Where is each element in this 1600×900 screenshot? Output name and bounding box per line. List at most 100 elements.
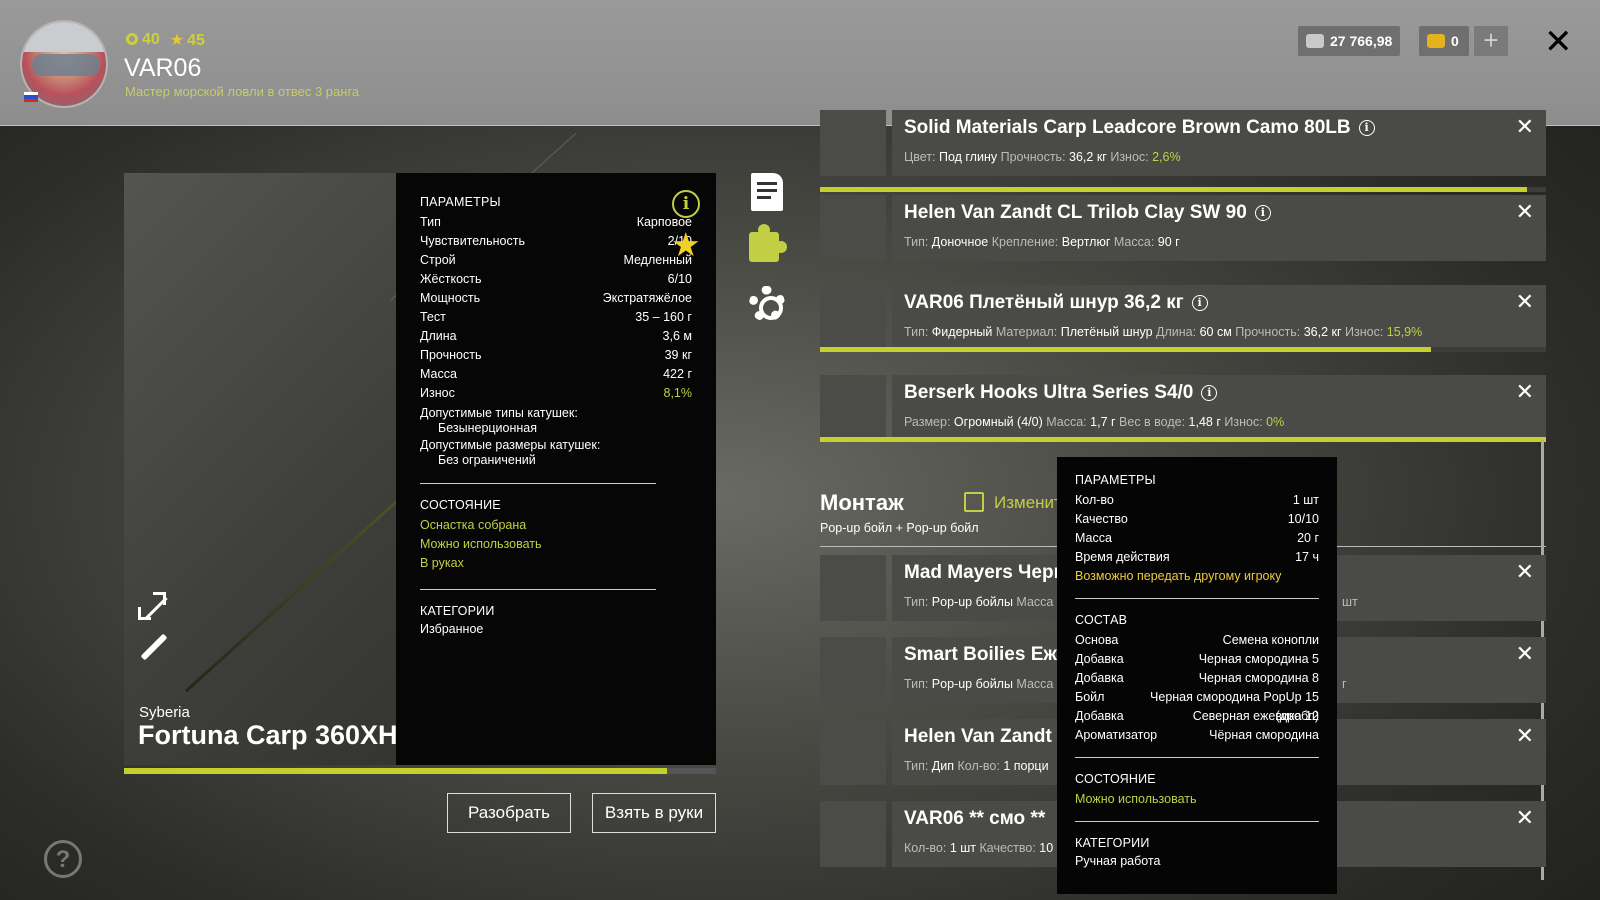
- remove-bait-button[interactable]: ✕: [1516, 559, 1534, 585]
- wear-value: 2,6%: [1152, 150, 1181, 164]
- rod-brand: Syberia: [139, 704, 190, 721]
- document-icon[interactable]: [751, 173, 783, 211]
- meta-label: Материал:: [992, 325, 1061, 339]
- disassemble-button[interactable]: Разобрать: [447, 793, 571, 833]
- param-label: Жёсткость: [420, 272, 482, 286]
- param-label: Масса: [420, 367, 457, 381]
- param-label: Длина: [420, 329, 457, 343]
- wear-bar: [820, 347, 1431, 352]
- tackle-item[interactable]: Solid Materials Carp Leadcore Brown Camo…: [820, 110, 1546, 176]
- meta-label: Крепление:: [988, 235, 1062, 249]
- remove-item-button[interactable]: ✕: [1516, 379, 1534, 405]
- param-row: Прочность 39 кг: [420, 346, 692, 365]
- montage-title: Монтаж: [820, 490, 904, 515]
- param-label: Износ: [420, 386, 455, 400]
- param-label: Масса: [1075, 531, 1112, 545]
- gold-balance: 0: [1419, 26, 1469, 56]
- player-nickname: VAR06: [124, 54, 202, 82]
- take-in-hands-button[interactable]: Взять в руки: [592, 793, 716, 833]
- params-list: Тип Карповое Чувствительность 2/10 Строй Медл…: [420, 213, 692, 403]
- info-icon[interactable]: i: [1191, 295, 1208, 311]
- rod-preview[interactable]: [124, 173, 404, 765]
- edit-montage-link[interactable]: Изменит: [994, 493, 1062, 513]
- remove-bait-button[interactable]: ✕: [1516, 641, 1534, 667]
- close-button[interactable]: ✕: [1544, 22, 1573, 62]
- remove-item-button[interactable]: ✕: [1516, 114, 1534, 140]
- meta-label: Износ:: [1341, 325, 1387, 339]
- tackle-item[interactable]: Berserk Hooks Ultra Series S4/0 i Размер: …: [820, 375, 1546, 441]
- composition-row: Добавка Черная смородина 8: [1075, 669, 1319, 688]
- divider: [1075, 598, 1319, 599]
- meta-value: Под глину: [938, 150, 998, 164]
- edit-icon[interactable]: [964, 492, 984, 512]
- info-icon[interactable]: i: [1254, 205, 1271, 221]
- meta-label: Прочность:: [997, 150, 1070, 164]
- param-label: Мощность: [420, 291, 481, 305]
- tooltip-param-row: Качество 10/10: [1075, 510, 1319, 529]
- remove-bait-button[interactable]: ✕: [1516, 805, 1534, 831]
- param-row: Тест 35 – 160 г: [420, 308, 692, 327]
- puzzle-icon[interactable]: [749, 224, 787, 262]
- item-meta: Тип: Фидерный Материал: Плетёный шнур Дл…: [904, 325, 1422, 339]
- meta-tail: г: [1342, 677, 1347, 691]
- add-gold-button[interactable]: +: [1474, 26, 1508, 56]
- reel-types-value: Безынерционная: [438, 421, 538, 435]
- meta-label: Масса: [1012, 595, 1054, 609]
- bait-thumbnail: [820, 801, 886, 867]
- param-row: Строй Медленный: [420, 251, 692, 270]
- state-in-hands: В руках: [420, 556, 464, 570]
- info-icon[interactable]: i: [1201, 385, 1218, 401]
- remove-item-button[interactable]: ✕: [1516, 199, 1534, 225]
- tackle-item[interactable]: Helen Van Zandt CL Trilob Clay SW 90 i Тип…: [820, 195, 1546, 261]
- bait-title: Helen Van Zandt Ч: [904, 726, 1071, 747]
- meta-value: Pop-up бойлы: [931, 677, 1013, 691]
- tooltip-categories-title: КАТЕГОРИИ: [1075, 836, 1150, 850]
- meta-label: Масса:: [1110, 235, 1158, 249]
- tooltip-params-title: ПАРАМЕТРЫ: [1075, 473, 1156, 487]
- player-header: 40 ★ 45 VAR06 Мастер морской ловли в отве…: [0, 0, 1600, 126]
- item-title: VAR06 Плетёный шнур 36,2 кг i: [904, 292, 1208, 314]
- avatar-hat: [22, 22, 106, 52]
- item-title-text: VAR06 Плетёный шнур 36,2 кг: [904, 292, 1184, 313]
- item-thumbnail: [820, 195, 886, 261]
- divider: [420, 589, 656, 590]
- info-icon[interactable]: i: [672, 190, 700, 218]
- expand-icon[interactable]: [138, 592, 168, 621]
- meta-value: Фидерный: [931, 325, 993, 339]
- remove-item-button[interactable]: ✕: [1516, 289, 1534, 315]
- composition-label: Добавка: [1075, 652, 1124, 666]
- help-icon[interactable]: ?: [44, 840, 82, 878]
- item-thumbnail: [820, 285, 886, 351]
- item-thumbnail: [820, 110, 886, 176]
- level-ring-icon: [126, 33, 138, 45]
- bait-thumbnail: [820, 637, 886, 703]
- bait-thumbnail: [820, 555, 886, 621]
- remove-bait-button[interactable]: ✕: [1516, 723, 1534, 749]
- tooltip-composition-list: Основа Семена конопли Добавка Черная смород…: [1075, 631, 1319, 745]
- param-value: 10/10: [1287, 512, 1319, 526]
- param-value: 35 – 160 г: [635, 310, 692, 324]
- composition-row: Бойл Черная смородина PopUp 15 (дробл): [1075, 688, 1319, 723]
- tooltip-composition-title: СОСТАВ: [1075, 613, 1128, 627]
- param-label: Качество: [1075, 512, 1128, 526]
- item-body: Solid Materials Carp Leadcore Brown Camo…: [892, 110, 1546, 176]
- gear-icon[interactable]: [749, 286, 785, 322]
- composition-value: Черная смородина PopUp 15 (дробл): [1150, 690, 1319, 723]
- tackle-item[interactable]: VAR06 Плетёный шнур 36,2 кг i Тип: Фидерны…: [820, 285, 1546, 351]
- rod-condition-bar: [124, 768, 667, 774]
- bait-title: Smart Boilies Ежев: [904, 644, 1079, 665]
- meta-value: Дип: [931, 759, 955, 773]
- wear-value: 0%: [1266, 415, 1285, 429]
- tooltip-state: Можно использовать: [1075, 792, 1197, 806]
- divider: [1075, 821, 1319, 822]
- item-title-text: Berserk Hooks Ultra Series S4/0: [904, 382, 1194, 403]
- bait-meta: Тип: Pop-up бойлы Масса: [904, 677, 1053, 691]
- favorite-star-icon[interactable]: ★: [671, 225, 701, 264]
- bait-thumbnail: [820, 719, 886, 785]
- param-row: Длина 3,6 м: [420, 327, 692, 346]
- meta-value: 90 г: [1157, 235, 1180, 249]
- composition-value: Семена конопли: [1222, 633, 1319, 647]
- silver-balance: 27 766,98: [1298, 26, 1401, 56]
- meta-label: Цвет:: [904, 150, 939, 164]
- info-icon[interactable]: i: [1358, 120, 1375, 136]
